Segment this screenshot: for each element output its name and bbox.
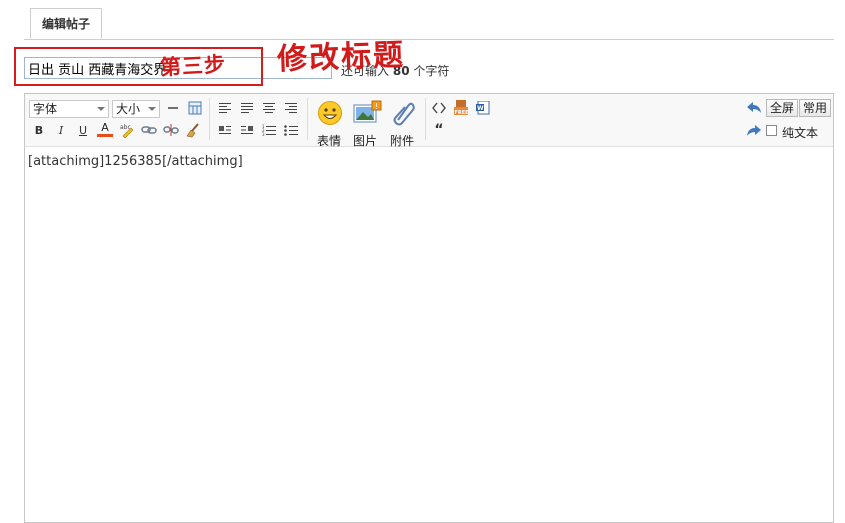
align-left-icon: [219, 103, 231, 113]
float-right-button[interactable]: [239, 122, 255, 138]
broom-icon: [186, 123, 199, 138]
align-justify-button[interactable]: [239, 100, 255, 116]
tab-edit-post[interactable]: 编辑帖子: [30, 8, 102, 39]
clear-format-button[interactable]: [185, 122, 201, 138]
word-doc-icon: W: [476, 101, 490, 115]
size-select-label: 大小: [116, 102, 141, 116]
annotation-step: 第三步: [159, 51, 227, 80]
annotation-title: 修改标题: [276, 37, 406, 78]
image-icon: !: [353, 100, 382, 123]
bullet-list-button[interactable]: [283, 122, 299, 138]
toolbar-separator: [209, 98, 210, 140]
float-left-icon: [219, 126, 231, 134]
table-button[interactable]: [187, 100, 203, 116]
highlight-button[interactable]: abc: [119, 122, 135, 138]
free-tag-icon: FREE: [454, 100, 470, 116]
emoji-label: 表情: [316, 134, 341, 148]
bullet-list-icon: [284, 125, 298, 136]
unlink-icon: [163, 124, 179, 136]
unlink-button[interactable]: [163, 122, 179, 138]
link-button[interactable]: [141, 122, 157, 138]
toolbar-separator: [425, 98, 426, 140]
image-button[interactable]: ! 图片: [353, 100, 382, 148]
float-right-icon: [241, 126, 253, 134]
font-select-label: 字体: [33, 102, 58, 116]
link-icon: [141, 126, 157, 134]
editor-toolbar: 字体 大小 B I U A abc 1 2 3 表情 ! 图片 附件 FREE …: [25, 94, 833, 148]
redo-button[interactable]: [746, 123, 762, 139]
redo-arrow-icon: [747, 125, 761, 136]
toolbar-separator: [307, 98, 308, 140]
editor-content[interactable]: [attachimg]1256385[/attachimg]: [28, 154, 243, 169]
float-left-button[interactable]: [217, 122, 233, 138]
italic-button[interactable]: I: [53, 122, 69, 138]
code-button[interactable]: [431, 100, 447, 116]
tab-bar: 编辑帖子: [24, 0, 834, 40]
undo-button[interactable]: [746, 100, 762, 116]
editor: 字体 大小 B I U A abc 1 2 3 表情 ! 图片 附件 FREE …: [24, 93, 834, 523]
plaintext-label: 纯文本: [782, 126, 819, 140]
align-left-button[interactable]: [217, 100, 233, 116]
word-paste-button[interactable]: W: [475, 100, 491, 116]
font-select[interactable]: 字体: [29, 100, 109, 118]
paperclip-icon: [393, 102, 415, 126]
undo-arrow-icon: [747, 102, 761, 113]
chevron-down-icon: [148, 107, 156, 111]
quote-button[interactable]: “: [431, 122, 447, 138]
underline-button[interactable]: U: [75, 122, 91, 138]
ordered-list-icon: 123: [262, 124, 276, 136]
align-center-button[interactable]: [261, 100, 277, 116]
align-center-icon: [263, 103, 275, 113]
table-icon: [188, 101, 202, 115]
common-button[interactable]: 常用: [799, 99, 832, 117]
chevron-down-icon: [97, 107, 105, 111]
ordered-list-button[interactable]: 123: [261, 122, 277, 138]
font-color-button[interactable]: A: [97, 121, 113, 137]
horizontal-rule-icon: [168, 107, 178, 109]
emoji-button[interactable]: 表情: [317, 100, 343, 148]
horizontal-rule-button[interactable]: [165, 100, 181, 116]
free-button[interactable]: FREE: [453, 100, 469, 116]
attach-button[interactable]: 附件: [390, 100, 416, 148]
smiley-icon: [318, 101, 342, 125]
svg-text:FREE: FREE: [455, 110, 470, 116]
svg-text:!: !: [375, 102, 378, 111]
fullscreen-button[interactable]: 全屏: [766, 99, 799, 117]
highlighter-icon: abc: [120, 124, 134, 138]
svg-text:W: W: [477, 105, 484, 112]
align-right-icon: [285, 103, 297, 113]
code-icon: [432, 102, 446, 114]
hint-suffix: 个字符: [413, 64, 450, 78]
align-justify-icon: [241, 103, 253, 113]
plaintext-checkbox[interactable]: [766, 125, 777, 136]
svg-text:3: 3: [262, 132, 265, 136]
bold-button[interactable]: B: [31, 122, 47, 138]
attach-label: 附件: [389, 134, 414, 148]
image-label: 图片: [352, 134, 377, 148]
size-select[interactable]: 大小: [112, 100, 160, 118]
align-right-button[interactable]: [283, 100, 299, 116]
